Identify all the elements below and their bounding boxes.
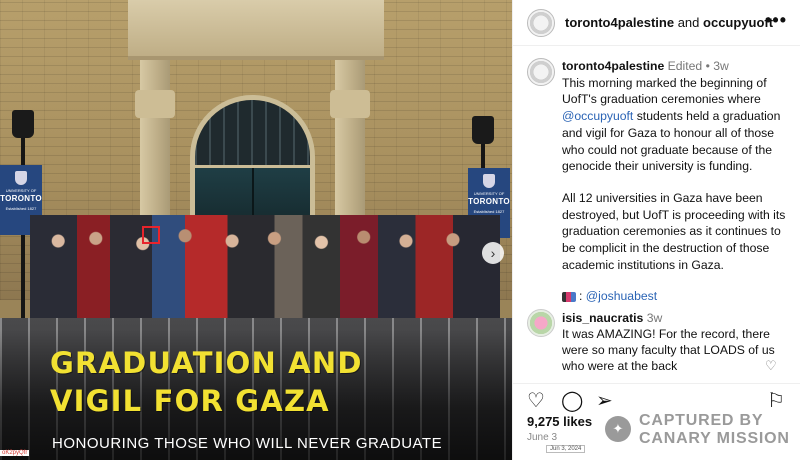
headline-line-1: GRADUATION AND (50, 346, 363, 380)
collaborator-link[interactable]: occupyuoft (703, 15, 773, 30)
highlight-box (142, 226, 160, 244)
headline-line-2: VIGIL FOR GAZA (50, 384, 330, 418)
header-connector: and (677, 15, 700, 30)
caption-username[interactable]: toronto4palestine (562, 59, 664, 73)
caption-text: This morning marked the beginning of Uof… (562, 75, 767, 107)
pillar-capital (330, 90, 370, 118)
lamp (12, 110, 34, 138)
post-header: toronto4palestine and occupyuoft ••• (513, 0, 800, 46)
credit-label: : (579, 289, 586, 304)
banner-university-name: TORONTO (0, 193, 42, 203)
caption-edited: Edited • (667, 59, 710, 73)
crest-icon (15, 171, 27, 185)
post-side-panel: toronto4palestine and occupyuoft ••• tor… (512, 0, 800, 460)
pillar-capital (135, 90, 175, 118)
account-link[interactable]: toronto4palestine (565, 15, 674, 30)
photo-credit: : @joshuabest (562, 288, 790, 305)
crest-icon (483, 174, 495, 188)
comment: isis_naucratis 3w It was AMAZING! For th… (562, 310, 787, 374)
capture-watermark: ✦ CAPTURED BY CANARY MISSION (605, 410, 795, 450)
credit-mention-link[interactable]: @joshuabest (586, 289, 657, 303)
post-date: June 3 (527, 432, 558, 443)
mention-link[interactable]: @occupyuoft (562, 109, 633, 123)
like-count[interactable]: 9,275 likes (527, 414, 592, 429)
account-avatar[interactable] (527, 9, 555, 37)
watermark-line-2: CANARY MISSION (639, 430, 790, 447)
commenter-avatar[interactable] (527, 309, 555, 337)
caption-age: 3w (713, 59, 729, 73)
banner-university-name: TORONTO (468, 196, 510, 206)
comment-username[interactable]: isis_naucratis (562, 311, 643, 325)
image-headline: GRADUATION AND VIGIL FOR GAZA (50, 344, 470, 420)
comment-age: 3w (646, 311, 663, 325)
next-image-button[interactable]: › (482, 242, 504, 264)
capture-datestamp: Jun 3, 2024 (546, 445, 586, 453)
canary-logo-icon: ✦ (605, 416, 631, 442)
caption-avatar[interactable] (527, 58, 555, 86)
banner-tagline: Established 1827 (5, 206, 37, 212)
camera-icon (562, 292, 576, 303)
post-image[interactable]: UNIVERSITY OF TORONTO Established 1827 U… (0, 0, 512, 460)
image-subline: HONOURING THOSE WHO WILL NEVER GRADUATE (52, 435, 443, 452)
action-bar: ♡ ◯ ➢ ⚐ (513, 383, 800, 413)
post-caption: toronto4palestine Edited • 3w This morni… (562, 58, 790, 305)
comment-text: It was AMAZING! For the record, there we… (562, 327, 775, 373)
corner-tag: oK2pyQfr (0, 450, 30, 456)
more-options-icon[interactable]: ••• (765, 10, 787, 31)
comment-icon[interactable]: ◯ (561, 388, 583, 413)
heart-icon[interactable]: ♡ (527, 388, 545, 413)
watermark-line-1: CAPTURED BY (639, 412, 764, 429)
post-header-accounts: toronto4palestine and occupyuoft (565, 15, 773, 30)
building-pediment (128, 0, 384, 60)
comment-like-icon[interactable]: ♡ (765, 358, 777, 374)
lamp (472, 116, 494, 144)
caption-paragraph: All 12 universities in Gaza have been de… (562, 190, 786, 272)
